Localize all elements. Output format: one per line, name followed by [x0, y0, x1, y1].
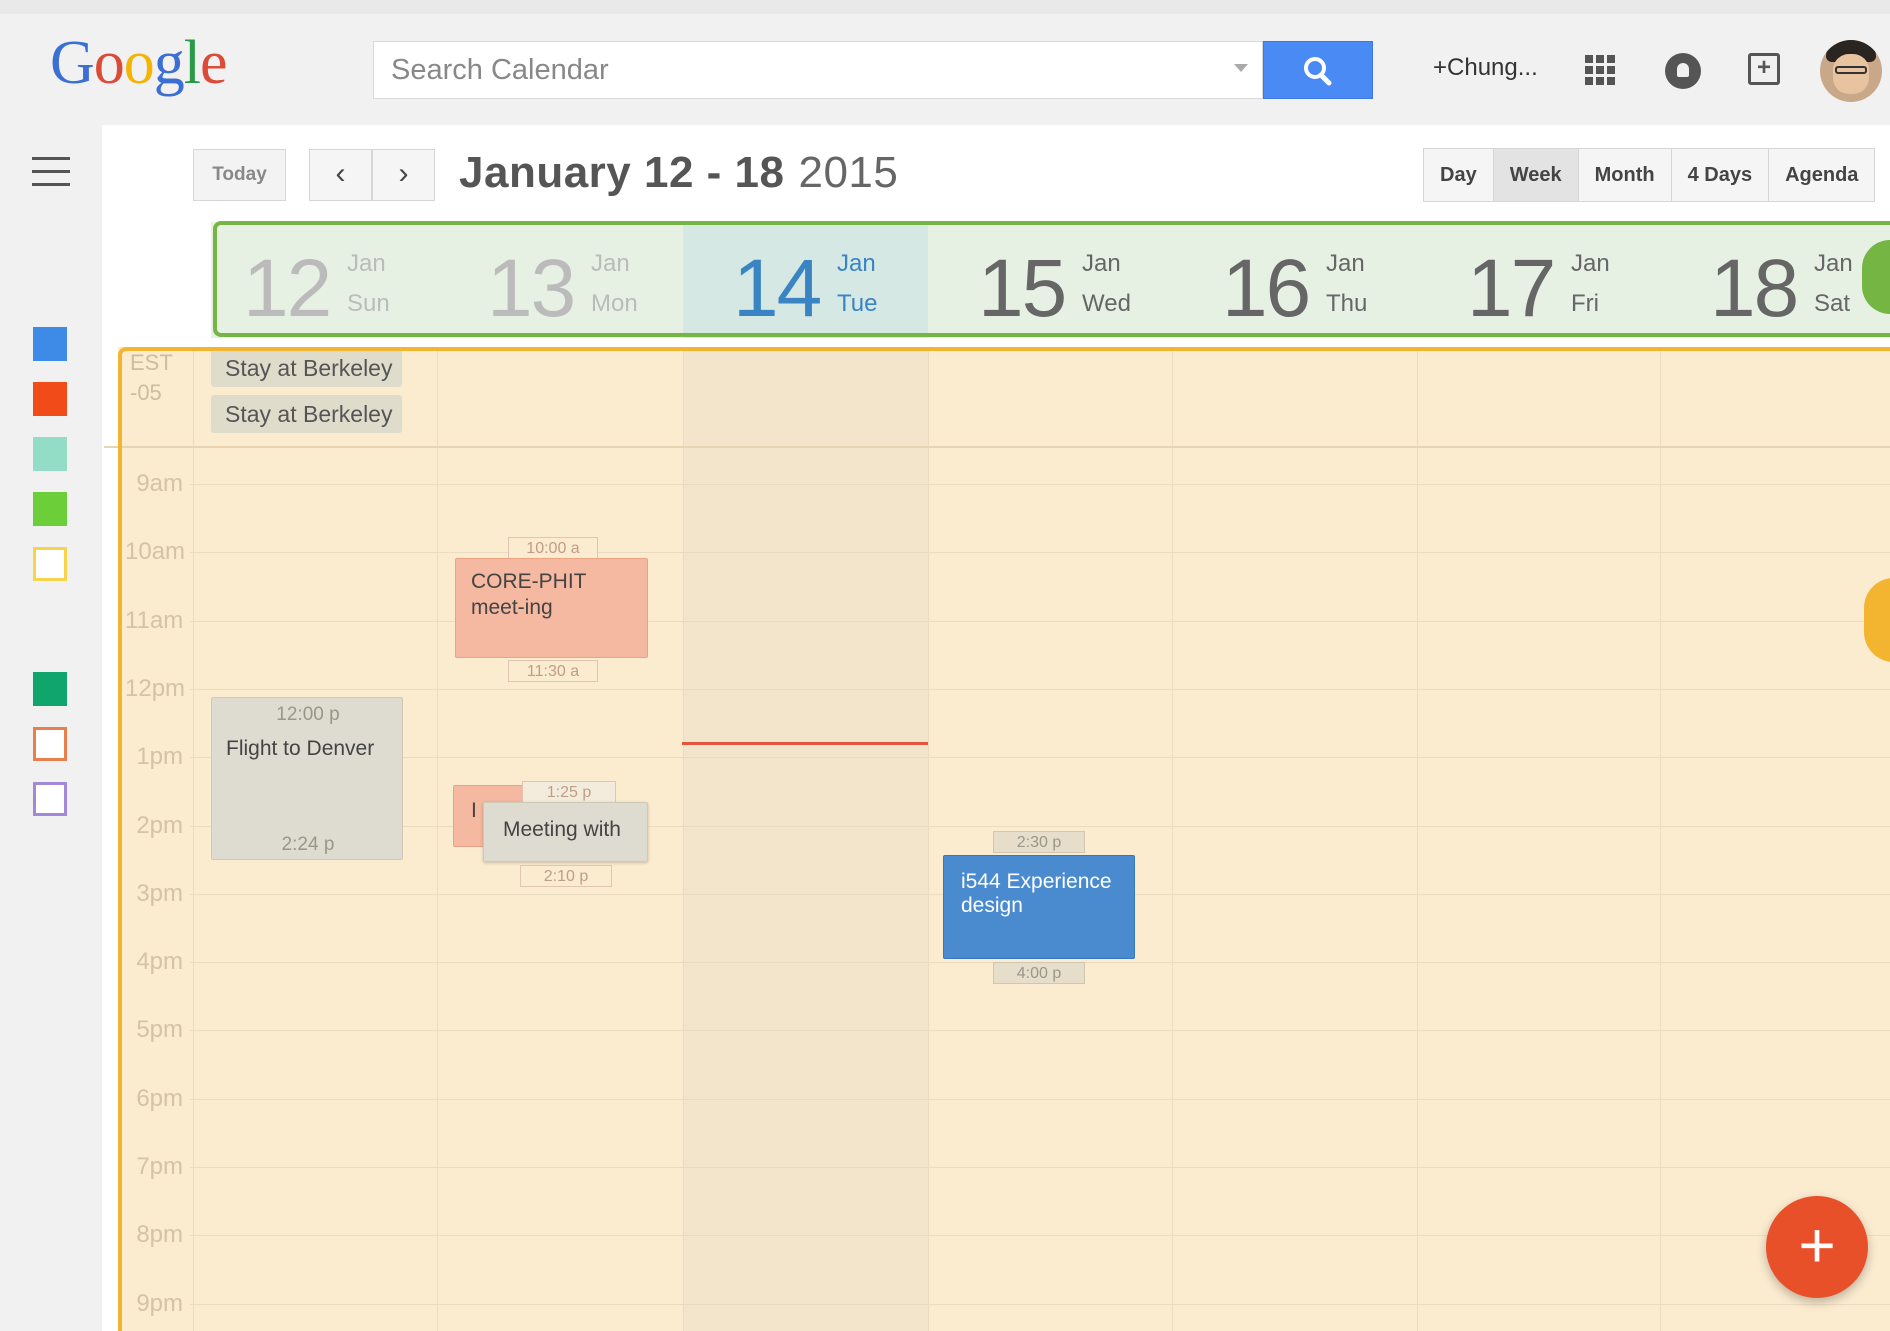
- date-range: January 12 - 18: [459, 148, 785, 197]
- next-week-button[interactable]: ›: [372, 149, 435, 201]
- calendar-color-swatch[interactable]: [33, 437, 67, 471]
- calendar-color-swatch[interactable]: [33, 547, 67, 581]
- today-button[interactable]: Today: [193, 149, 286, 201]
- logo-letter: l: [183, 29, 201, 97]
- search-options-caret-icon[interactable]: [1234, 64, 1248, 72]
- view-4-days-button[interactable]: 4 Days: [1671, 149, 1770, 201]
- user-profile-link[interactable]: +Chung...: [1433, 54, 1538, 82]
- search-input[interactable]: [389, 50, 1173, 90]
- logo-letter: o: [123, 29, 155, 97]
- calendar-color-swatch[interactable]: [33, 782, 67, 816]
- notifications-icon[interactable]: [1665, 53, 1701, 89]
- calendar-color-swatch[interactable]: [33, 727, 67, 761]
- date-range-year: 2015: [798, 148, 899, 197]
- logo-letter: e: [200, 29, 228, 97]
- search-button[interactable]: [1263, 41, 1373, 99]
- calendar-color-swatch[interactable]: [33, 492, 67, 526]
- logo-letter: o: [93, 29, 125, 97]
- apps-grid-icon[interactable]: [1585, 55, 1615, 85]
- logo-letter: g: [153, 29, 185, 97]
- search-box: [373, 41, 1263, 99]
- search-icon: [1304, 57, 1332, 86]
- grid-annotation-box: [118, 347, 1890, 1331]
- avatar[interactable]: [1820, 40, 1882, 102]
- chevron-left-icon: ‹: [335, 157, 346, 190]
- view-day-button[interactable]: Day: [1424, 149, 1494, 201]
- logo-letter: G: [50, 29, 95, 97]
- hamburger-menu-icon[interactable]: [32, 157, 70, 187]
- view-week-button[interactable]: Week: [1493, 149, 1579, 201]
- date-range-title: January 12 - 18 2015: [459, 148, 898, 198]
- calendar-color-swatch[interactable]: [33, 672, 67, 706]
- chevron-right-icon: ›: [398, 157, 409, 190]
- header-annotation-box: [213, 221, 1890, 337]
- view-agenda-button[interactable]: Agenda: [1769, 149, 1875, 201]
- view-switcher: Day Week Month 4 Days Agenda: [1423, 148, 1876, 202]
- google-logo[interactable]: Google: [50, 28, 228, 99]
- previous-week-button[interactable]: ‹: [309, 149, 372, 201]
- share-icon[interactable]: +: [1748, 53, 1780, 85]
- calendar-color-swatch[interactable]: [33, 327, 67, 361]
- create-event-button[interactable]: +: [1766, 1196, 1868, 1298]
- view-month-button[interactable]: Month: [1578, 149, 1672, 201]
- calendar-color-swatch[interactable]: [33, 382, 67, 416]
